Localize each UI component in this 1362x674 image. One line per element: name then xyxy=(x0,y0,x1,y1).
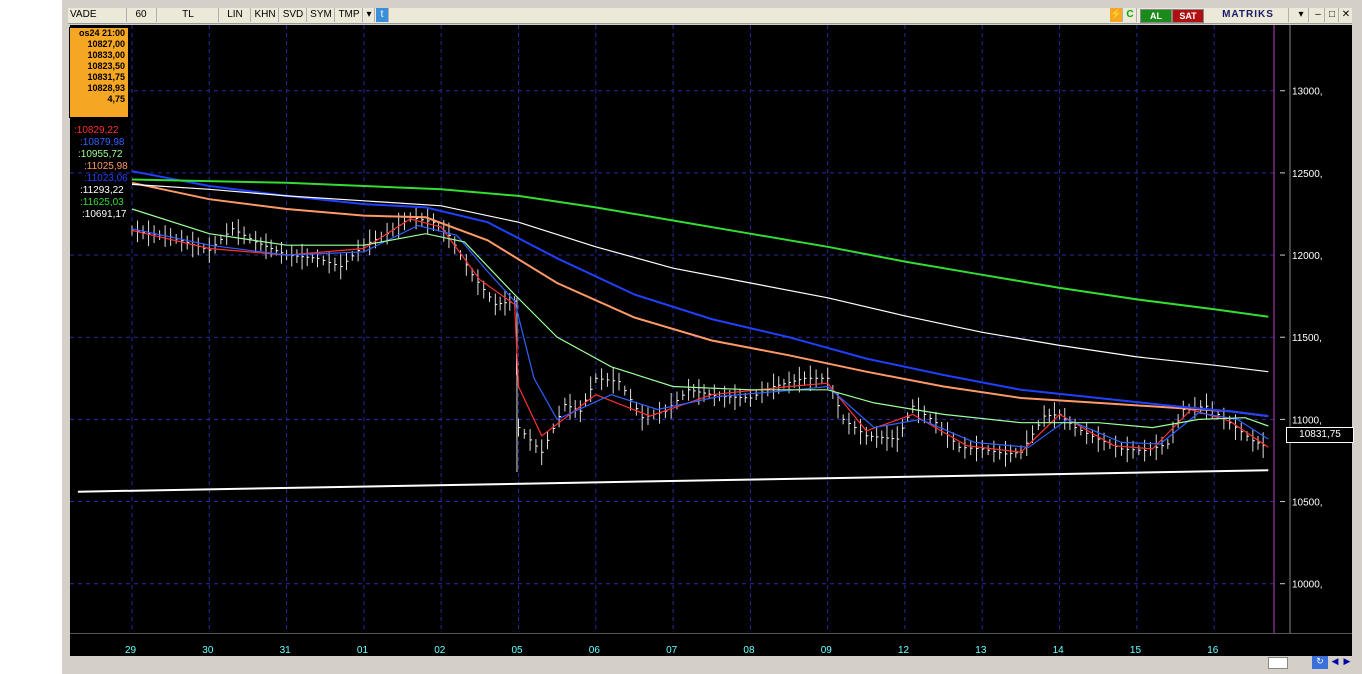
price-chart[interactable]: 13000, 12500, 12000, 11500, 11000, 10500, 1000… xyxy=(0,0,1362,674)
x-tick-label: 02 xyxy=(434,645,446,656)
x-tick-label: 12 xyxy=(898,645,910,656)
series-line xyxy=(131,183,1269,373)
scroll-thumb[interactable] xyxy=(1268,657,1288,669)
scroll-bar[interactable]: ↻ ◀ ▶ xyxy=(68,656,1352,670)
indicator-legend: :10829,22 :10879,98 :10955,72 :11025,98 … xyxy=(74,125,154,225)
info-open: 10827,00 xyxy=(87,39,125,49)
legend-item: :11025,98 xyxy=(84,161,128,172)
legend-item: :11023,06 xyxy=(84,173,128,184)
info-date: os24 21:00 xyxy=(78,28,125,38)
x-tick-label: 15 xyxy=(1130,645,1142,656)
legend-item: :10955,72 xyxy=(78,149,123,160)
series-line xyxy=(131,181,1269,418)
info-avg: 10828,93 xyxy=(87,83,125,93)
ohlc-info-box: os24 21:00 10827,00 10833,00 10823,50 10… xyxy=(69,27,129,118)
x-tick-label: 01 xyxy=(357,645,369,656)
legend-item: :10879,98 xyxy=(80,137,125,148)
x-tick-label: 31 xyxy=(280,645,292,656)
x-tick-label: 08 xyxy=(743,645,755,656)
y-tick-label: 13000, xyxy=(1292,87,1323,98)
x-tick-label: 06 xyxy=(589,645,601,656)
legend-item: :11293,22 xyxy=(80,185,124,196)
info-range: 4,75 xyxy=(107,94,125,104)
info-high: 10833,00 xyxy=(87,50,125,60)
x-tick-label: 13 xyxy=(975,645,987,656)
y-tick-label: 12000, xyxy=(1292,251,1323,262)
x-tick-label: 07 xyxy=(666,645,678,656)
x-tick-label: 30 xyxy=(202,645,214,656)
y-tick-label: 10500, xyxy=(1292,498,1323,509)
x-tick-label: 05 xyxy=(512,645,524,656)
legend-item: :10691,17 xyxy=(82,209,127,220)
series-line xyxy=(131,208,1269,429)
sync-icon[interactable]: ↻ xyxy=(1312,656,1328,669)
y-tick-label: 11000, xyxy=(1292,415,1322,426)
y-tick-label: 11500, xyxy=(1292,333,1322,344)
x-tick-label: 14 xyxy=(1053,645,1065,656)
x-tick-label: 09 xyxy=(821,645,833,656)
scroll-right-icon[interactable]: ▶ xyxy=(1342,656,1352,669)
info-close: 10831,75 xyxy=(87,72,125,82)
legend-item: :10829,22 xyxy=(74,125,119,136)
y-tick-label: 12500, xyxy=(1292,169,1323,180)
legend-item: :11625,03 xyxy=(80,197,124,208)
x-tick-label: 29 xyxy=(125,645,137,656)
last-price-label: 10831,75 xyxy=(1286,427,1354,443)
scroll-left-icon[interactable]: ◀ xyxy=(1330,656,1340,669)
x-tick-label: 16 xyxy=(1207,645,1219,656)
y-tick-label: 10000, xyxy=(1292,580,1323,591)
info-low: 10823,50 xyxy=(87,61,125,71)
